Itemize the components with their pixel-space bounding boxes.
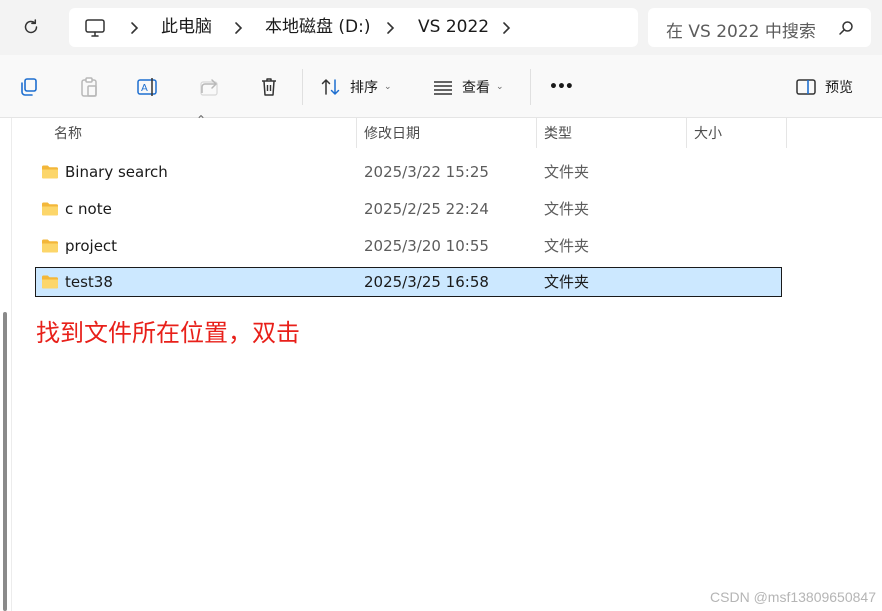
toolbar-divider	[302, 69, 303, 105]
sort-label: 排序	[350, 80, 378, 96]
column-header-date[interactable]: 修改日期	[356, 118, 536, 148]
rename-icon: A	[137, 78, 157, 96]
view-label: 查看	[462, 80, 490, 96]
paste-button[interactable]	[77, 75, 101, 99]
view-icon	[434, 81, 452, 95]
folder-icon	[42, 239, 58, 253]
command-bar: A 排序 ⌄ 查看 ⌄ ••• 预览	[0, 55, 882, 118]
share-button[interactable]	[197, 75, 221, 99]
file-row[interactable]: Binary search 2025/3/22 15:25 文件夹	[35, 157, 782, 187]
chevron-right-icon[interactable]	[385, 20, 397, 36]
toolbar-divider	[530, 69, 531, 105]
delete-button[interactable]	[257, 75, 281, 99]
file-type: 文件夹	[544, 200, 590, 218]
file-name: c note	[65, 200, 112, 218]
search-input[interactable]: 在 VS 2022 中搜索	[666, 17, 816, 42]
chevron-right-icon[interactable]	[233, 20, 245, 36]
copy-icon	[21, 78, 37, 96]
breadcrumb-item-vs2022[interactable]: VS 2022	[418, 16, 489, 38]
rename-button[interactable]: A	[136, 75, 160, 99]
refresh-button[interactable]	[14, 12, 48, 42]
file-type: 文件夹	[544, 273, 590, 291]
watermark: CSDN @msf13809650847	[710, 589, 876, 605]
address-bar[interactable]: 此电脑 本地磁盘 (D:) VS 2022	[69, 8, 638, 47]
column-header-size[interactable]: 大小	[686, 118, 786, 148]
file-modified-date: 2025/3/25 16:58	[364, 273, 489, 291]
breadcrumb-item-local-disk[interactable]: 本地磁盘 (D:)	[265, 16, 371, 38]
column-divider[interactable]	[786, 118, 787, 148]
copy-button[interactable]	[17, 75, 41, 99]
file-type: 文件夹	[544, 163, 590, 181]
share-icon	[200, 79, 218, 96]
search-box[interactable]: 在 VS 2022 中搜索	[648, 8, 871, 47]
address-toolbar: 此电脑 本地磁盘 (D:) VS 2022 在 VS 2022 中搜索	[0, 0, 882, 55]
computer-icon	[85, 19, 105, 37]
search-icon[interactable]	[838, 20, 854, 36]
folder-icon	[42, 165, 58, 179]
file-modified-date: 2025/3/20 10:55	[364, 237, 489, 255]
instruction-annotation: 找到文件所在位置，双击	[36, 319, 300, 347]
chevron-down-icon: ⌄	[496, 82, 504, 92]
folder-icon	[42, 202, 58, 216]
file-type: 文件夹	[544, 237, 590, 255]
more-icon: •••	[549, 79, 574, 95]
file-row-selected[interactable]: test38 2025/3/25 16:58 文件夹	[35, 267, 782, 297]
column-header-type[interactable]: 类型	[536, 118, 686, 148]
file-row[interactable]: c note 2025/2/25 22:24 文件夹	[35, 194, 782, 224]
navigation-scrollbar[interactable]	[3, 312, 7, 611]
sort-icon	[321, 79, 340, 95]
view-button[interactable]: 查看 ⌄	[432, 75, 504, 99]
refresh-icon	[24, 19, 38, 34]
folder-icon	[42, 275, 58, 289]
chevron-down-icon: ⌄	[384, 82, 392, 92]
paste-icon	[81, 77, 97, 97]
column-header-name[interactable]: 名称	[46, 118, 356, 148]
file-name: Binary search	[65, 163, 168, 181]
more-button[interactable]: •••	[549, 75, 574, 99]
file-name: test38	[65, 273, 113, 291]
sort-button[interactable]: 排序 ⌄	[320, 75, 392, 99]
preview-pane-icon	[796, 79, 816, 95]
preview-label: 预览	[825, 80, 853, 96]
chevron-right-icon[interactable]	[129, 20, 141, 36]
svg-text:A: A	[141, 83, 148, 94]
breadcrumb-item-this-pc[interactable]: 此电脑	[161, 16, 212, 38]
file-modified-date: 2025/2/25 22:24	[364, 200, 489, 218]
preview-button[interactable]: 预览	[795, 75, 853, 99]
file-row[interactable]: project 2025/3/20 10:55 文件夹	[35, 231, 782, 261]
file-modified-date: 2025/3/22 15:25	[364, 163, 489, 181]
delete-icon	[262, 78, 276, 96]
chevron-right-icon[interactable]	[501, 20, 513, 36]
file-name: project	[65, 237, 118, 255]
